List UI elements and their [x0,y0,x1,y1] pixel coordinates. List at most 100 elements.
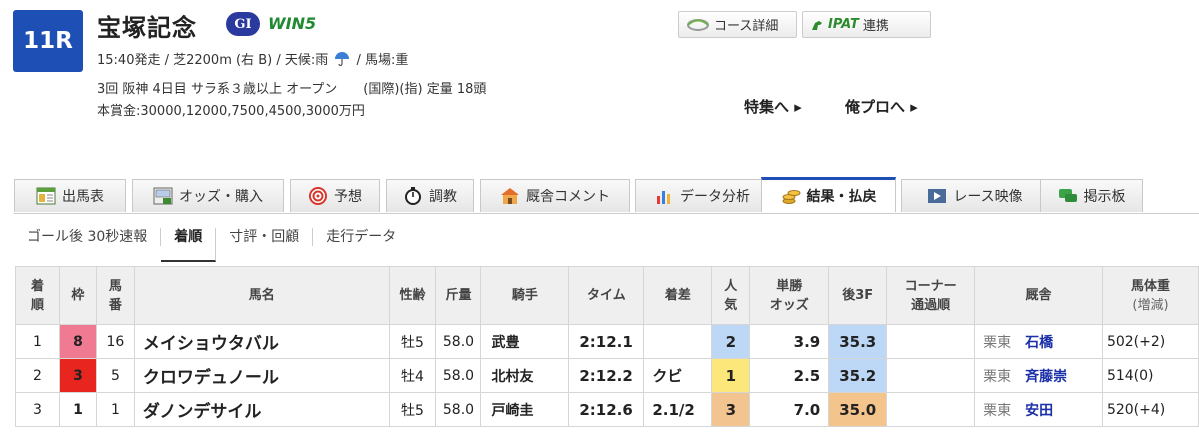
ipat-link-label: 連携 [862,19,889,34]
trainer-region: 栗東 [983,368,1012,385]
trainer-cell: 栗東 安田 [974,392,1103,427]
win5-logo[interactable]: WIN5 [268,14,316,33]
margin: クビ [643,358,713,393]
header-time: タイム [568,266,645,325]
subnav-running-data[interactable]: 走行データ [313,228,409,246]
sex-age: 牡5 [388,324,437,359]
last-3f: 35.2 [828,358,888,393]
yopro-link[interactable]: 俺プロへ ▸ [845,96,918,117]
tab-label: オッズ・購入 [179,189,263,205]
popularity: 3 [711,392,751,427]
table-row: 3 1 1 ダノンデサイル 牡5 58.0 戸崎圭 2:12.6 2.1/2 3… [15,392,1199,427]
table-icon [36,187,56,205]
tab-results[interactable]: 結果・払戻 [761,177,896,212]
tab-odds[interactable]: オッズ・購入 [132,179,284,212]
table-header-row: 着順 枠 馬番 馬名 性齢 斤量 騎手 タイム 着差 人気 単勝 オッズ 後3F … [15,266,1199,325]
tab-prediction[interactable]: 予想 [290,179,380,212]
ipat-link-button[interactable]: IPAT 連携 [802,11,931,38]
kinryo: 58.0 [435,392,482,427]
tab-label: 掲示板 [1083,189,1126,205]
trainer-link[interactable]: 斉藤崇 [1025,369,1067,385]
header-horse-name: 馬名 [133,266,390,325]
race-start-course-weather: 15:40発走 / 芝2200m (右 B) / 天候:雨 [97,53,329,68]
jockey-link[interactable]: 武豊 [480,324,570,359]
trainer-cell: 栗東 石橋 [974,324,1103,359]
feature-link[interactable]: 特集へ ▸ [744,96,802,117]
tab-label: データ分析 [680,189,750,205]
win-odds: 2.5 [749,358,830,393]
header-waku: 枠 [58,266,97,325]
result-subnav: ゴール後 30秒速報 着順 寸評・回顧 走行データ [14,220,409,262]
grade-badge: GI [226,12,260,36]
header-umaban: 馬番 [95,266,135,325]
trainer-region: 栗東 [983,334,1012,351]
track-condition: / 馬場:重 [356,53,409,68]
rank: 2 [15,358,60,393]
kinryo: 58.0 [435,324,482,359]
corner-order [886,324,976,359]
stopwatch-icon [405,187,421,205]
corner-order [886,392,976,427]
trainer-cell: 栗東 斉藤崇 [974,358,1103,393]
umbrella-icon [335,52,350,67]
popularity: 1 [711,358,751,393]
tab-label: 結果・払戻 [806,189,877,205]
umaban: 5 [95,358,135,393]
waku-number: 8 [58,324,97,359]
win-odds: 7.0 [749,392,830,427]
tab-stable-comment[interactable]: 厩舎コメント [480,179,630,212]
header-popularity: 人気 [711,266,751,325]
coins-icon [782,190,800,204]
header-jockey: 騎手 [480,266,570,325]
course-detail-label: コース詳細 [714,19,779,34]
header-rank: 着順 [15,266,60,325]
rank: 3 [15,392,60,427]
tab-bulletin-board[interactable]: 掲示板 [1040,179,1143,212]
horse-name-link[interactable]: クロワデュノール [133,358,390,393]
tab-label: 予想 [334,189,362,205]
jockey-link[interactable]: 戸崎圭 [480,392,570,427]
horse-name-link[interactable]: ダノンデサイル [133,392,390,427]
sex-age: 牡5 [388,392,437,427]
trainer-link[interactable]: 安田 [1025,403,1053,419]
tab-label: 厩舎コメント [526,189,610,205]
finish-time: 2:12.1 [568,324,645,359]
tab-data-analysis[interactable]: データ分析 [635,179,769,212]
last-3f: 35.0 [828,392,888,427]
header-trainer: 厩舎 [974,266,1103,325]
horse-name-link[interactable]: メイショウタバル [133,324,390,359]
tab-entries[interactable]: 出馬表 [14,179,126,212]
tab-race-video[interactable]: レース映像 [901,179,1049,212]
kinryo: 58.0 [435,358,482,393]
body-weight: 520(+4) [1101,392,1199,427]
subnav-review[interactable]: 寸評・回顧 [216,228,314,246]
corner-order [886,358,976,393]
trainer-region: 栗東 [983,402,1012,419]
header-sex-age: 性齢 [388,266,437,325]
umaban: 16 [95,324,135,359]
tab-label: レース映像 [953,189,1023,205]
body-weight: 514(0) [1101,358,1199,393]
results-table: 着順 枠 馬番 馬名 性齢 斤量 騎手 タイム 着差 人気 単勝 オッズ 後3F … [15,266,1199,427]
chat-icon [1058,189,1077,202]
course-detail-button[interactable]: コース詳細 [678,11,797,38]
prize-money: 本賞金:30000,12000,7500,4500,3000万円 [97,104,365,119]
margin: 2.1/2 [643,392,713,427]
subnav-goal-flash[interactable]: ゴール後 30秒速報 [14,228,162,246]
win-odds: 3.9 [749,324,830,359]
race-tab-bar: 出馬表 オッズ・購入 予想 調教 厩舎コメント データ分析 結果・払戻 レース映… [14,177,1199,214]
header-kinryo: 斤量 [435,266,482,325]
jockey-link[interactable]: 北村友 [480,358,570,393]
subnav-finish-order[interactable]: 着順 [161,228,217,262]
tab-label: 調教 [429,189,457,205]
video-icon [928,189,947,203]
last-3f: 35.3 [828,324,888,359]
header-body-weight: 馬体重 (増減) [1101,266,1199,325]
trainer-link[interactable]: 石橋 [1025,335,1053,351]
rank: 1 [15,324,60,359]
tab-label: 出馬表 [62,189,104,205]
odds-icon [153,187,173,205]
bar-chart-icon [657,191,670,204]
waku-number: 1 [58,392,97,427]
tab-training[interactable]: 調教 [386,179,474,212]
